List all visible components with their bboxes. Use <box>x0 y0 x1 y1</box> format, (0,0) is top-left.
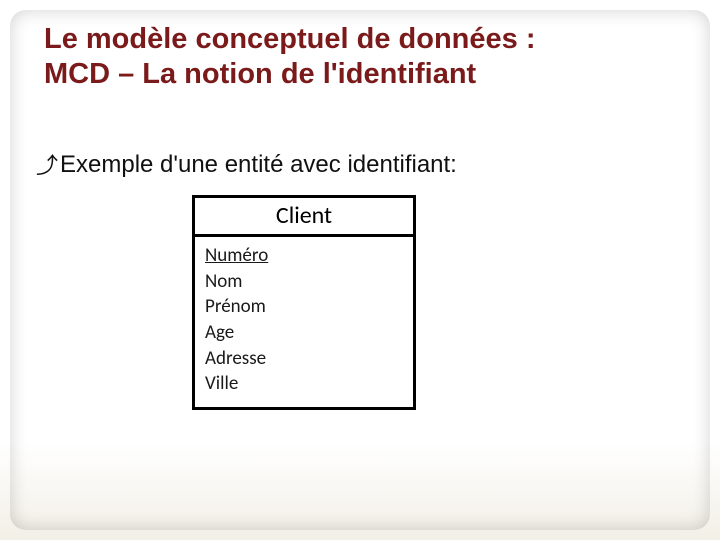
entity-attribute: Nom <box>205 269 403 295</box>
slide: Le modèle conceptuel de données : MCD – … <box>0 0 720 540</box>
entity-attributes: NuméroNomPrénomAgeAdresseVille <box>192 234 416 410</box>
bullet-item: ⤴Exemple d'une entité avec identifiant: <box>36 150 680 180</box>
entity-attribute: Prénom <box>205 294 403 320</box>
entity-attribute: Adresse <box>205 346 403 372</box>
entity-box: Client NuméroNomPrénomAgeAdresseVille <box>192 195 416 410</box>
title-line-2: MCD – La notion de l'identifiant <box>44 58 476 90</box>
entity-name: Client <box>192 195 416 234</box>
entity-attribute-identifier: Numéro <box>205 243 403 269</box>
bullet-text: Exemple d'une entité avec identifiant: <box>60 151 457 178</box>
entity-attribute: Age <box>205 320 403 346</box>
slide-title: Le modèle conceptuel de données : MCD – … <box>44 22 690 92</box>
bullet-arrow-icon: ⤴ <box>36 152 58 180</box>
entity-attribute: Ville <box>205 371 403 397</box>
title-line-1: Le modèle conceptuel de données : <box>44 23 536 55</box>
